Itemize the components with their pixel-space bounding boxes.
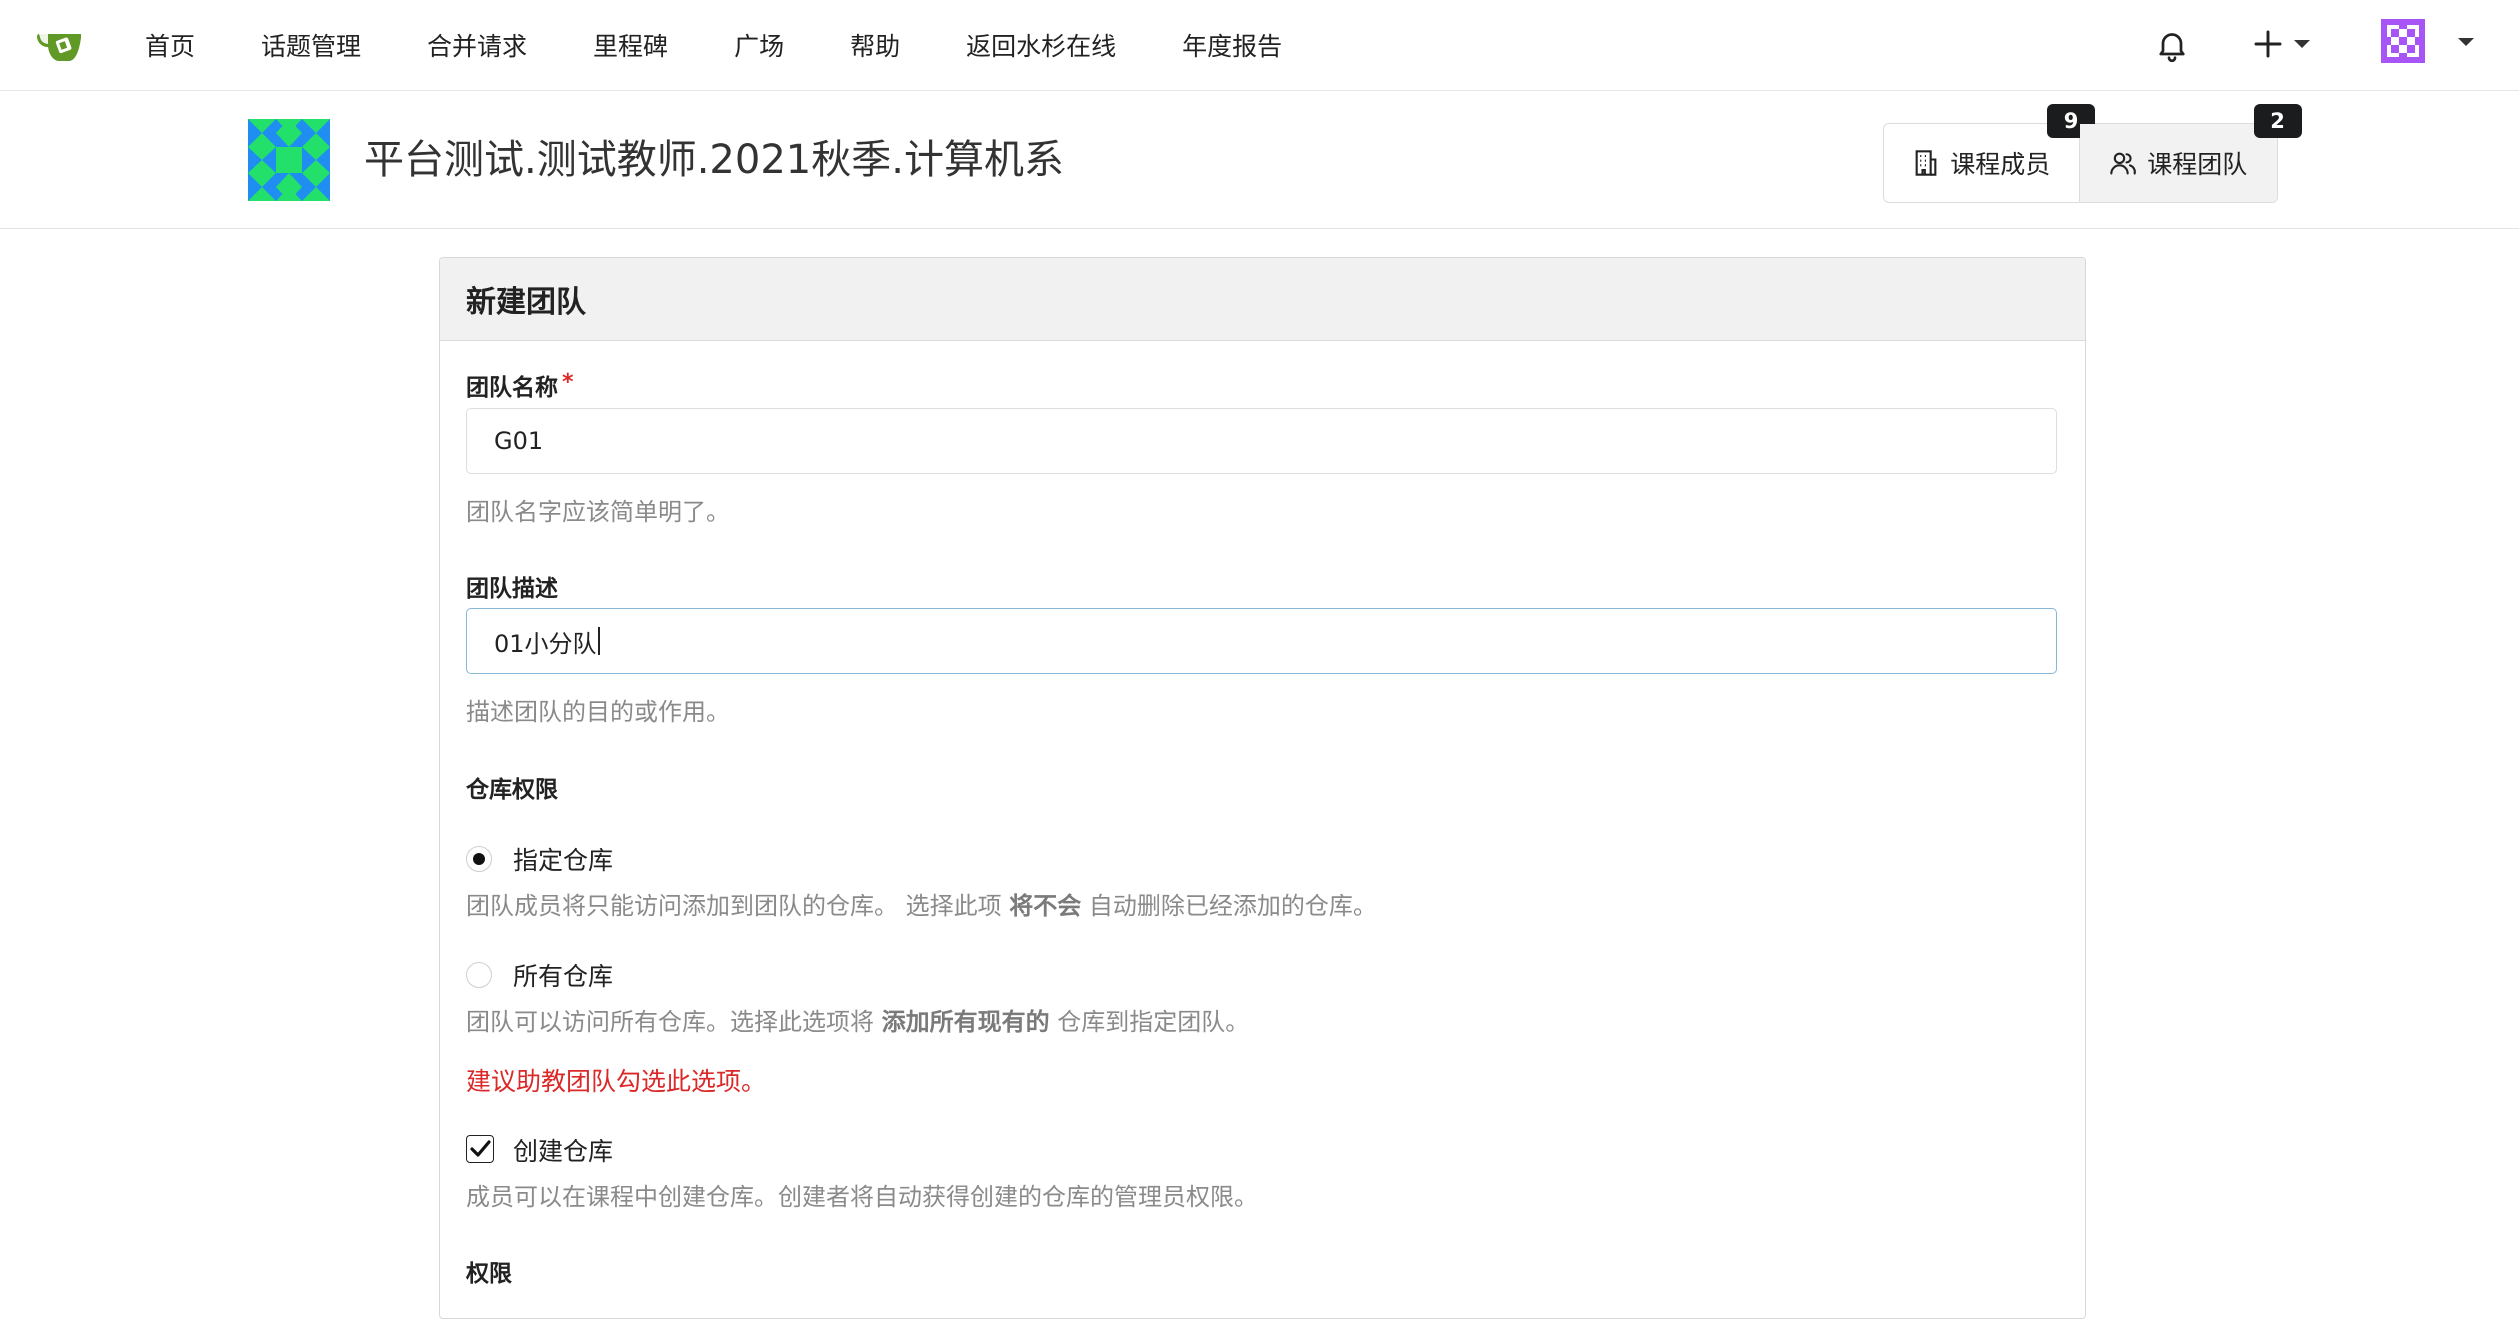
all-repos-help-text: 团队可以访问所有仓库。选择此选项将 [466,1008,874,1036]
nav-issues[interactable]: 话题管理 [261,27,361,63]
permission-label: 权限 [466,1261,512,1287]
required-mark: * [562,370,574,395]
nav-help[interactable]: 帮助 [850,27,900,63]
new-team-form: 新建团队 团队名称 * G01 团队名字应该简单明了。 团队描述 01小分队 描述… [439,257,2086,1319]
team-description-label: 团队描述 [466,576,558,602]
form-heading: 新建团队 [440,258,2085,341]
user-avatar[interactable] [2381,19,2425,63]
ta-team-recommendation: 建议助教团队勾选此选项。 [466,1067,767,1096]
specific-repos-help-bold: 将不会 [1009,892,1082,920]
course-teams-count-badge: 2 [2253,104,2302,138]
nav-back-to-online[interactable]: 返回水杉在线 [966,27,1116,63]
specific-repos-label[interactable]: 指定仓库 [513,841,613,877]
tab-course-members-label: 课程成员 [1950,150,2051,179]
all-repos-help-tail: 仓库到指定团队。 [1057,1008,1250,1036]
nav-milestones[interactable]: 里程碑 [593,27,668,63]
text-cursor [597,627,600,655]
user-menu-caret-down-icon[interactable] [2458,38,2474,46]
team-name-input[interactable]: G01 [466,408,2057,474]
create-repo-help: 成员可以在课程中创建仓库。创建者将自动获得创建的仓库的管理员权限。 [466,1183,1258,1211]
building-icon [1915,150,1937,176]
team-name-label: 团队名称 * [466,368,574,402]
team-name-label-text: 团队名称 [466,375,558,401]
all-repos-label[interactable]: 所有仓库 [513,957,613,993]
tab-course-members[interactable]: 课程成员 9 [1884,104,2095,202]
repo-permission-label: 仓库权限 [466,777,558,803]
plus-icon[interactable] [2252,28,2284,60]
create-repo-checkbox[interactable] [466,1135,494,1163]
specific-repos-help-tail: 自动删除已经添加的仓库。 [1088,892,1377,920]
people-icon [2110,152,2137,175]
course-avatar [248,119,330,201]
course-header: 平台测试.测试教师.2021秋季.计算机系 课程成员 9 课程团队 2 [0,91,2519,229]
tab-course-teams-label: 课程团队 [2147,150,2248,179]
create-caret-down-icon[interactable] [2294,40,2310,48]
specific-repos-help: 团队成员将只能访问添加到团队的仓库。 选择此项 将不会 自动删除已经添加的仓库。 [466,886,1377,921]
specific-repos-help-text: 团队成员将只能访问添加到团队的仓库。 选择此项 [466,892,1002,920]
gitea-logo-icon[interactable] [36,26,88,64]
all-repos-help: 团队可以访问所有仓库。选择此选项将 添加所有现有的 仓库到指定团队。 [466,1002,1249,1037]
course-tabs: 课程成员 9 课程团队 2 [1883,104,2302,203]
team-name-help: 团队名字应该简单明了。 [466,498,730,526]
create-repo-label[interactable]: 创建仓库 [513,1132,613,1168]
specific-repos-radio[interactable] [466,846,492,872]
all-repos-radio[interactable] [466,962,492,988]
all-repos-help-bold: 添加所有现有的 [881,1008,1050,1036]
nav-annual-report[interactable]: 年度报告 [1182,27,1282,63]
top-navbar: 首页 话题管理 合并请求 里程碑 广场 帮助 返回水杉在线 年度报告 [0,0,2519,91]
main-nav: 首页 话题管理 合并请求 里程碑 广场 帮助 返回水杉在线 年度报告 [145,0,1348,90]
team-description-input[interactable]: 01小分队 [466,608,2057,674]
tab-course-teams[interactable]: 课程团队 2 [2079,104,2302,202]
checkmark-icon [470,1140,491,1157]
nav-explore[interactable]: 广场 [734,27,784,63]
nav-home[interactable]: 首页 [145,27,195,63]
team-description-value: 01小分队 [494,629,597,658]
team-name-value: G01 [494,427,544,455]
team-description-help: 描述团队的目的或作用。 [466,698,730,726]
course-title[interactable]: 平台测试.测试教师.2021秋季.计算机系 [364,127,1064,185]
nav-pull-requests[interactable]: 合并请求 [427,27,527,63]
bell-icon[interactable] [2154,27,2190,63]
